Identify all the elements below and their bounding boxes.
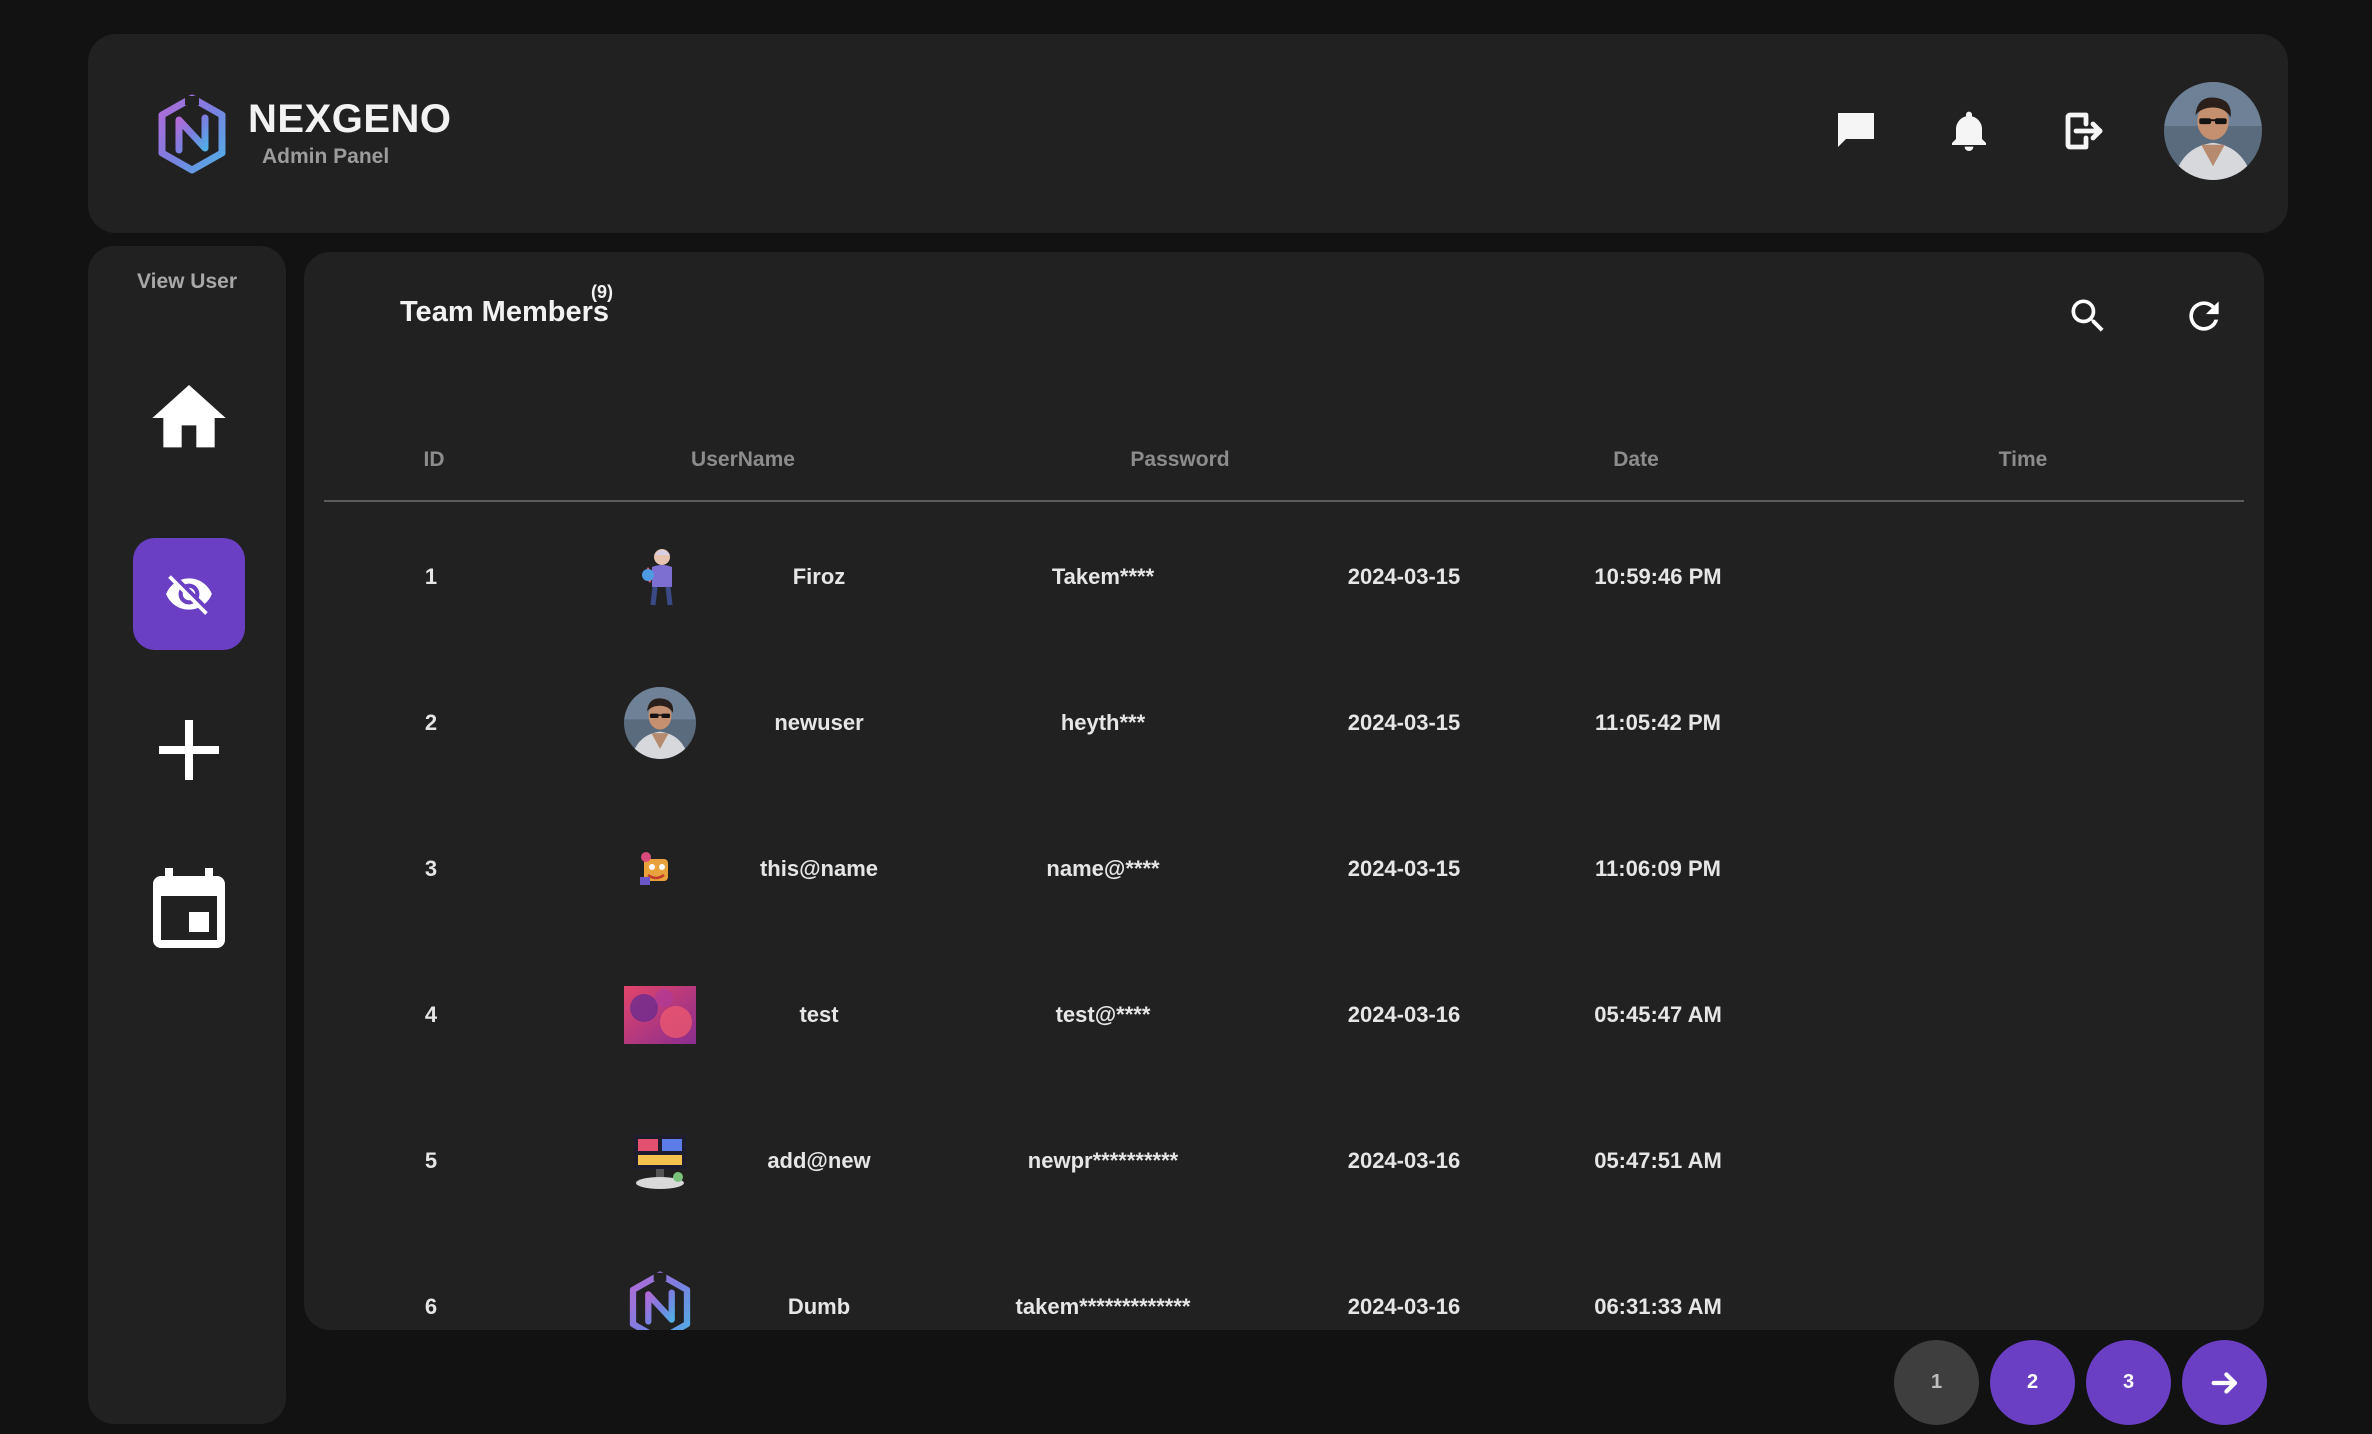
user-avatar — [624, 1125, 696, 1197]
cell-time: 06:31:33 AM — [1594, 1294, 1722, 1319]
cell-id: 6 — [424, 1294, 438, 1319]
sidebar-item-view-user[interactable] — [133, 538, 245, 650]
brand-text: NEXGENO Admin Panel — [248, 99, 452, 169]
sidebar-item-add-user[interactable] — [133, 694, 245, 806]
small-cartoon-icon — [640, 852, 668, 885]
cell-time: 10:59:46 PM — [1594, 564, 1722, 589]
member-count-badge: (9) — [591, 282, 613, 302]
page-button-2[interactable]: 2 — [1990, 1340, 2075, 1425]
cell-time: 05:45:47 AM — [1594, 1002, 1722, 1027]
cell-password: test@**** — [1055, 1002, 1151, 1027]
user-avatar — [624, 1271, 696, 1330]
logout-icon — [2065, 112, 2103, 150]
sidebar-title: View User — [136, 270, 237, 293]
home-icon — [152, 385, 226, 448]
cell-password: takem************* — [1015, 1294, 1191, 1319]
top-header: NEXGENO Admin Panel — [88, 34, 2288, 233]
column-header-username[interactable]: UserName — [691, 448, 795, 472]
cell-password: name@**** — [1046, 856, 1160, 881]
cell-date: 2024-03-15 — [1347, 856, 1461, 881]
person-photo-icon — [624, 687, 696, 759]
plus-icon — [159, 720, 219, 780]
column-header-time[interactable]: Time — [1999, 448, 2048, 472]
page-title: Team Members — [400, 296, 609, 328]
table-row[interactable]: 6 Dumb takem************* 2024-03-16 06:… — [304, 1234, 2264, 1330]
nexgeno-logo-icon — [627, 1271, 693, 1330]
table-row[interactable]: 3 this@name name@**** 2024-03-15 11:06:0… — [304, 796, 2264, 942]
team-members-panel: Team Members (9) ID UserName Password Da… — [304, 252, 2264, 1330]
brand-subtitle: Admin Panel — [262, 145, 390, 168]
cell-id: 5 — [424, 1148, 438, 1173]
search-icon — [2071, 299, 2104, 332]
cell-password: newpr********** — [1027, 1148, 1179, 1173]
cell-id: 2 — [424, 710, 438, 735]
user-avatar — [620, 833, 692, 905]
page-button-3[interactable]: 3 — [2086, 1340, 2171, 1425]
logout-button[interactable] — [2052, 101, 2112, 161]
calendar-icon — [153, 868, 225, 948]
cell-id: 1 — [424, 564, 438, 589]
cartoon-figure-icon — [642, 549, 673, 606]
cell-username: Firoz — [792, 564, 846, 589]
sidebar-item-home[interactable] — [133, 362, 245, 474]
table-row[interactable]: 2 newuser heyth*** 2024-03-15 11:05:42 P… — [304, 650, 2264, 796]
cell-username: Dumb — [787, 1294, 851, 1319]
nexgeno-logo-icon — [156, 94, 228, 174]
cell-time: 11:06:09 PM — [1595, 856, 1721, 881]
refresh-icon — [2189, 301, 2219, 331]
sidebar-item-calendar[interactable] — [133, 856, 245, 968]
cell-date: 2024-03-16 — [1347, 1294, 1461, 1319]
cell-id: 4 — [424, 1002, 438, 1027]
cell-password: Takem**** — [1051, 564, 1155, 589]
cell-time: 05:47:51 AM — [1594, 1148, 1722, 1173]
admin-app: NEXGENO Admin Panel View User Team Membe… — [0, 0, 2372, 1434]
user-avatar — [624, 541, 696, 613]
abstract-pink-icon — [624, 986, 696, 1044]
header-actions — [1773, 82, 2262, 180]
table-row[interactable]: 1 Firoz Takem**** 2024-03-15 10:59:46 PM — [304, 504, 2264, 650]
page-button-1[interactable]: 1 — [1894, 1340, 1979, 1425]
arrow-right-icon — [2211, 1371, 2237, 1394]
desk-illustration-icon — [634, 1135, 686, 1189]
column-header-date[interactable]: Date — [1613, 448, 1659, 472]
cell-username: add@new — [767, 1148, 871, 1173]
cell-date: 2024-03-15 — [1347, 710, 1461, 735]
cell-date: 2024-03-16 — [1347, 1002, 1461, 1027]
notifications-button[interactable] — [1939, 101, 1999, 161]
brand[interactable]: NEXGENO Admin Panel — [156, 94, 452, 174]
profile-avatar[interactable] — [2164, 82, 2262, 180]
chat-icon — [1838, 113, 1874, 147]
cell-username: test — [799, 1002, 839, 1027]
cell-password: heyth*** — [1060, 710, 1146, 735]
sidebar: View User — [88, 246, 286, 1424]
column-header-password[interactable]: Password — [1130, 448, 1229, 472]
cell-time: 11:05:42 PM — [1595, 710, 1721, 735]
eye-off-icon — [166, 575, 212, 615]
cell-username: this@name — [759, 856, 879, 881]
column-header-id[interactable]: ID — [424, 448, 445, 472]
table-row[interactable]: 4 test test@**** 2024-03-16 05:45:47 AM — [304, 942, 2264, 1088]
pagination: 1 2 3 — [1894, 1340, 2278, 1425]
table-row[interactable]: 5 add@new newpr********** 2024-03-16 05:… — [304, 1088, 2264, 1234]
next-page-button[interactable] — [2182, 1340, 2267, 1425]
brand-name: NEXGENO — [248, 97, 452, 141]
table-header: ID UserName Password Date Time — [324, 432, 2244, 502]
cell-date: 2024-03-16 — [1347, 1148, 1461, 1173]
user-avatar — [624, 979, 696, 1051]
cell-username: newuser — [774, 710, 864, 735]
messages-button[interactable] — [1826, 101, 1886, 161]
cell-id: 3 — [424, 856, 438, 881]
bell-icon — [1952, 111, 1986, 151]
cell-date: 2024-03-15 — [1347, 564, 1461, 589]
search-button[interactable] — [2060, 288, 2116, 344]
refresh-button[interactable] — [2176, 288, 2232, 344]
user-avatar — [624, 687, 696, 759]
